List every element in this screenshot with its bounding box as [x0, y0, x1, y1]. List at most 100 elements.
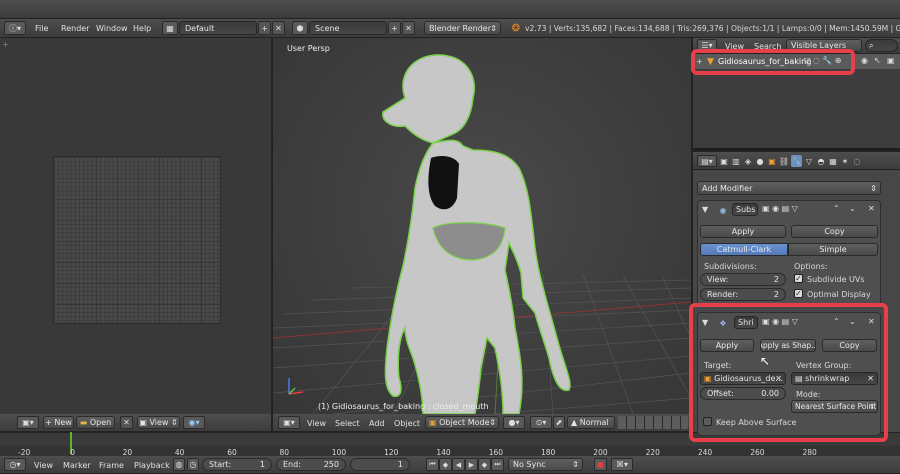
offset-field[interactable]: Offset: 0.00 [700, 387, 786, 400]
world-tab-icon[interactable]: ● [755, 155, 765, 167]
keep-above-surface-checkbox[interactable] [703, 417, 712, 426]
render-levels-field[interactable]: Render: 2 [700, 288, 786, 301]
sync-mode-select[interactable]: No Sync ⇕ [508, 458, 583, 471]
next-key-icon[interactable]: ◆ [478, 458, 491, 471]
sync-mode-label: No Sync [513, 460, 546, 469]
preview-range-icon[interactable]: ◷ [187, 458, 199, 471]
view-levels-field[interactable]: View: 2 [700, 273, 786, 286]
render-camera-icon[interactable]: ▣ [887, 56, 895, 65]
end-frame-value: 250 [323, 460, 339, 469]
texture-tab-icon[interactable]: ▦ [828, 155, 838, 167]
timeline-menu-playback[interactable]: Playback [134, 461, 170, 470]
options-label: Options: [794, 262, 828, 271]
render-levels-label: Render: [707, 290, 739, 299]
subsurf-toggle-icons[interactable]: ▣ ◉ ▤ ▽ [762, 204, 798, 213]
layers-tab-icon[interactable]: ▥ [731, 155, 741, 167]
close-icon[interactable]: ✕ [775, 374, 782, 383]
target-label: Target: [704, 361, 732, 370]
subsurf-copy-button[interactable]: Copy [791, 225, 878, 238]
end-frame-field[interactable]: End: 250 [276, 458, 346, 471]
outliner-menu-search[interactable]: Search [754, 42, 781, 51]
add-modifier-select[interactable]: Add Modifier ⇕ [697, 181, 881, 195]
outliner-object-name[interactable]: Gidiosaurus_for_baking [718, 57, 811, 66]
start-frame-value: 1 [259, 460, 265, 469]
modifiers-tab-icon[interactable]: 🔧 [791, 155, 802, 167]
simple-tab[interactable]: Simple [788, 243, 878, 256]
render-tab-icon[interactable]: ▣ [719, 155, 729, 167]
expand-arrow-icon[interactable]: ▼ [702, 318, 708, 327]
target-value: Gidiosaurus_de... [714, 374, 784, 383]
mode-select-field[interactable]: Nearest Surface Point ⇕ [791, 400, 878, 413]
timeline-menu-view[interactable]: View [34, 461, 53, 470]
add-modifier-label: Add Modifier [702, 183, 753, 193]
subsurf-apply-button[interactable]: Apply [700, 225, 786, 238]
subdivide-uvs-checkbox[interactable]: ✓ [794, 274, 803, 283]
constraints-tab-icon[interactable]: ⛓ [779, 155, 789, 167]
optimal-display-checkbox[interactable]: ✓ [794, 289, 803, 298]
record-icon[interactable]: ◍ [173, 458, 185, 471]
keying-set-icon[interactable]: ⌘▾ [611, 458, 633, 471]
physics-tab-icon[interactable]: ◌ [852, 155, 862, 167]
target-field[interactable]: ▣ Gidiosaurus_de... ✕ [700, 372, 786, 385]
offset-label: Offset: [707, 389, 734, 398]
collapse-plus-icon[interactable]: + [696, 57, 703, 66]
scene-tab-icon[interactable]: ◈ [743, 155, 753, 167]
timeline-type-icon[interactable]: ◷▾ [4, 458, 26, 471]
shrinkwrap-toggle-icons[interactable]: ▣ ◉ ▤ ▽ [762, 317, 798, 326]
properties-tabs[interactable]: ▤▾ ▣ ▥ ◈ ● ▣ ⛓ 🔧 ▽ ◓ ▦ ✶ ◌ [697, 155, 897, 167]
mode-label: Mode: [796, 390, 821, 399]
chevron-down-icon: ⇕ [870, 183, 877, 193]
expand-arrow-icon[interactable]: ▼ [702, 205, 708, 214]
close-icon[interactable]: ✕ [867, 374, 874, 383]
material-tab-icon[interactable]: ◓ [816, 155, 826, 167]
start-frame-field[interactable]: Start: 1 [202, 458, 272, 471]
timeline-menu-marker[interactable]: Marker [63, 461, 91, 470]
shrinkwrap-apply-button[interactable]: Apply [700, 339, 754, 352]
mode-value: Nearest Surface Point [795, 402, 877, 411]
auto-key-icon[interactable]: ● [594, 458, 607, 471]
subsurf-name-field[interactable]: Subs [732, 203, 758, 216]
mouse-cursor-icon: ↖ [760, 354, 771, 368]
shrinkwrap-copy-button[interactable]: Copy [822, 339, 877, 352]
close-icon[interactable]: ✕ [868, 317, 875, 326]
shrinkwrap-name-field[interactable]: Shri [734, 316, 758, 329]
outliner-menu-view[interactable]: View [725, 42, 744, 51]
particles-tab-icon[interactable]: ✶ [840, 155, 850, 167]
subdivide-uvs-label: Subdivide UVs [807, 275, 865, 284]
offset-value: 0.00 [761, 389, 779, 398]
outliner-type-icon[interactable]: ☰▾ [697, 39, 717, 52]
outliner-object-icons: ▽ ◌ 🔧 ⊕ [804, 56, 842, 65]
target-object-icon: ▣ [704, 374, 715, 383]
object-tab-icon[interactable]: ▣ [767, 155, 777, 167]
subsurf-icon: ◉ [719, 205, 727, 215]
vertex-group-label: Vertex Group: [796, 361, 852, 370]
playback-controls[interactable]: ⏮ ◆ ◀ ▶ ◆ ⏭ [426, 458, 504, 471]
outliner-search-field[interactable]: ⌕ [865, 39, 898, 52]
data-tab-icon[interactable]: ▽ [804, 155, 814, 167]
move-up-icon[interactable]: ⌃ [833, 204, 840, 213]
play-icon[interactable]: ▶ [465, 458, 478, 471]
move-down-icon[interactable]: ⌄ [849, 317, 856, 326]
jump-start-icon[interactable]: ⏮ [426, 458, 439, 471]
jump-end-icon[interactable]: ⏭ [491, 458, 504, 471]
catmull-clark-tab[interactable]: Catmull-Clark [700, 243, 788, 256]
play-reverse-icon[interactable]: ◀ [452, 458, 465, 471]
chevron-down-icon: ⇕ [572, 460, 579, 469]
search-icon: ⌕ [869, 40, 874, 50]
timeline-menu-frame[interactable]: Frame [99, 461, 124, 470]
visibility-eye-icon[interactable]: ◉ [861, 56, 868, 65]
prev-key-icon[interactable]: ◆ [439, 458, 452, 471]
selectable-arrow-icon[interactable]: ↖ [874, 56, 881, 65]
subdivisions-label: Subdivisions: [704, 262, 757, 271]
move-down-icon[interactable]: ⌄ [849, 204, 856, 213]
properties-type-icon[interactable]: ▤▾ [697, 155, 717, 167]
apply-as-shape-button[interactable]: Apply as Shap... [760, 339, 816, 352]
current-frame-value: 1 [397, 460, 403, 469]
end-frame-label: End: [283, 460, 301, 469]
outliner-display-filter[interactable]: Visible Layers [786, 39, 862, 52]
vertex-group-icon: ▤ [795, 374, 806, 383]
current-frame-field[interactable]: 1 [350, 458, 410, 471]
move-up-icon[interactable]: ⌃ [833, 317, 840, 326]
vertex-group-field[interactable]: ▤ shrinkwrap ✕ [791, 372, 878, 385]
close-icon[interactable]: ✕ [868, 204, 875, 213]
